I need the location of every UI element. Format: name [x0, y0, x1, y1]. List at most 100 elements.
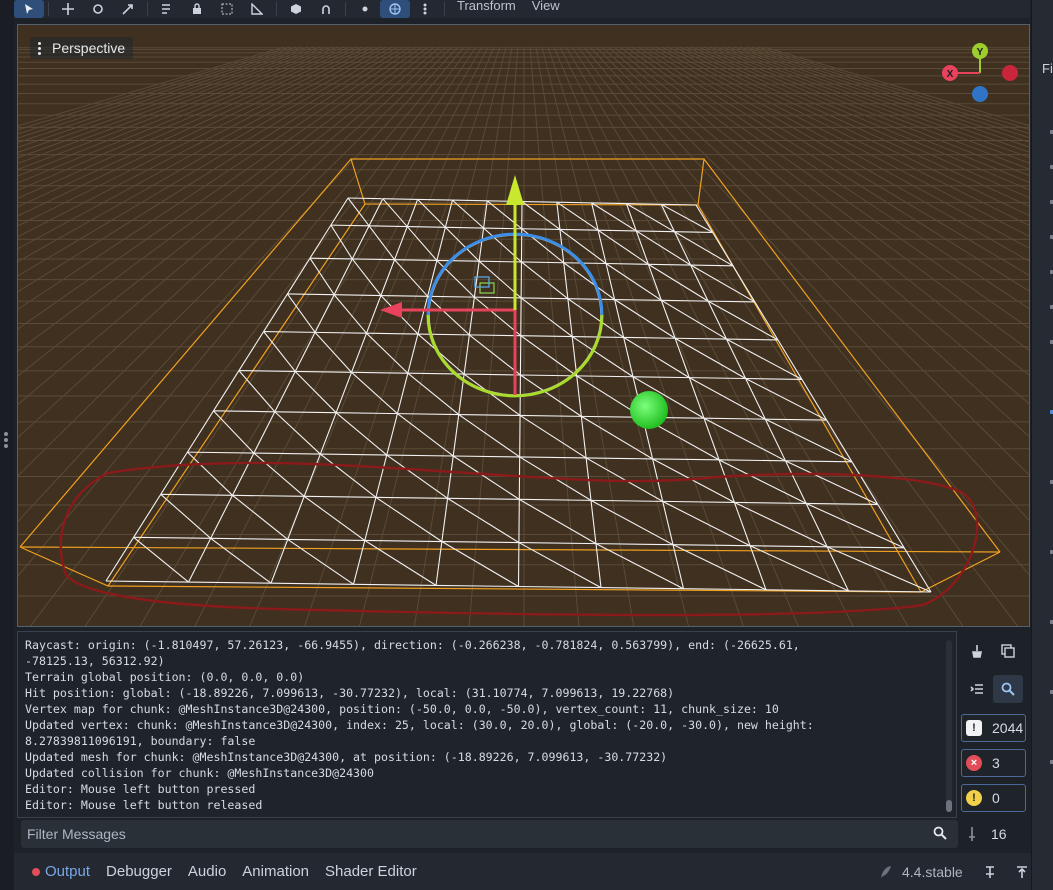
snap-icon [322, 5, 330, 14]
log-line: Raycast: origin: (-1.810497, 57.26123, -… [25, 638, 800, 652]
warnings-filter-toggle[interactable]: ! 0 [961, 784, 1026, 812]
feather-icon [881, 865, 891, 878]
more-options-button[interactable] [410, 0, 440, 18]
scale-tool-button[interactable] [113, 0, 143, 18]
drag-handle-dot[interactable] [4, 438, 8, 442]
version-label: 4.4.stable [902, 863, 963, 880]
lock-icon [193, 3, 201, 14]
tab-debugger[interactable]: Debugger [98, 863, 180, 880]
view-menu[interactable]: View [524, 0, 568, 13]
expand-panel-icon[interactable] [1015, 865, 1029, 879]
x-axis-label: X [947, 69, 954, 80]
search-icon [1001, 682, 1015, 696]
list-select-icon [162, 4, 170, 14]
viewport-toolbar: Transform View [14, 0, 1030, 18]
ruler-button[interactable] [242, 0, 272, 18]
broom-icon [972, 645, 982, 658]
warning-icon: ! [966, 790, 982, 806]
toolbar-divider [276, 2, 277, 16]
output-panel: Raycast: origin: (-1.810497, 57.26123, -… [17, 631, 957, 818]
messages-count: 2044 [992, 720, 1024, 736]
rotate-icon [93, 4, 103, 14]
unread-dot-icon [32, 867, 40, 876]
filter-messages-input[interactable] [21, 820, 921, 848]
output-scrollbar[interactable] [946, 640, 952, 812]
move-tool-button[interactable] [53, 0, 83, 18]
list-select-button[interactable] [152, 0, 182, 18]
sun-icon [362, 6, 368, 12]
tab-audio[interactable]: Audio [180, 863, 234, 880]
ruler-icon [251, 3, 263, 15]
editor-grid [18, 46, 1029, 626]
pin-panel-icon[interactable] [983, 865, 997, 879]
y-axis-label: Y [977, 47, 984, 58]
sun-toggle-button[interactable] [350, 0, 380, 18]
log-line: -78125.13, 56312.92) [25, 654, 165, 668]
move-icon [62, 3, 74, 15]
output-log[interactable]: Raycast: origin: (-1.810497, 57.26123, -… [18, 632, 956, 813]
editor-messages-toggle[interactable]: 16 [961, 822, 1026, 846]
log-line: Updated vertex: chunk: @MeshInstance3D@2… [25, 718, 814, 732]
rotate-tool-button[interactable] [83, 0, 113, 18]
snap-button[interactable] [311, 0, 341, 18]
clear-output-button[interactable] [962, 637, 992, 665]
cube-button[interactable] [281, 0, 311, 18]
selection-bounding-box [19, 158, 1001, 593]
list-indent-icon [970, 684, 983, 694]
scrollbar-thumb[interactable] [946, 800, 952, 812]
toolbar-divider [345, 2, 346, 16]
drag-handle-dot[interactable] [4, 444, 8, 448]
transform-menu[interactable]: Transform [449, 0, 524, 13]
kebab-menu-icon [34, 41, 44, 55]
toggle-search-button[interactable] [993, 675, 1023, 703]
log-line: Terrain global position: (0.0, 0.0, 0.0) [25, 670, 305, 684]
perspective-label: Perspective [52, 40, 126, 56]
search-icon[interactable] [933, 826, 947, 840]
move-gizmo [380, 175, 524, 395]
drag-handle-dot[interactable] [4, 432, 8, 436]
select-tool-button[interactable] [14, 0, 44, 18]
copy-output-button[interactable] [993, 637, 1023, 665]
more-icon [423, 3, 427, 15]
globe-icon [389, 3, 401, 15]
select-icon [25, 4, 33, 14]
message-icon: ! [966, 720, 982, 736]
tab-shader-editor[interactable]: Shader Editor [317, 863, 425, 880]
filter-messages-bar [21, 820, 958, 848]
toolbar-divider [147, 2, 148, 16]
log-line: Editor: Mouse left button released [25, 798, 263, 812]
environment-toggle-button[interactable] [380, 0, 410, 18]
collapse-duplicates-button[interactable] [962, 675, 992, 703]
error-icon: × [966, 755, 982, 771]
warnings-count: 0 [992, 790, 1000, 806]
bottom-panel-tabs: Output Debugger Audio Animation Shader E… [14, 853, 1031, 890]
tab-output-label: Output [45, 863, 91, 880]
dock-tab-label[interactable]: Fi [1042, 61, 1053, 76]
left-dock-strip [0, 0, 14, 890]
log-line: Updated collision for chunk: @MeshInstan… [25, 766, 375, 780]
line-count: 16 [991, 826, 1007, 842]
3d-viewport[interactable]: Y X Perspective [17, 24, 1030, 627]
tab-animation[interactable]: Animation [234, 863, 317, 880]
cube-icon [291, 4, 301, 14]
green-sphere [630, 391, 668, 429]
version-area: 4.4.stable [880, 853, 1029, 890]
lock-button[interactable] [182, 0, 212, 18]
errors-filter-toggle[interactable]: × 3 [961, 749, 1026, 777]
viewport-scene: Y X [18, 43, 1029, 626]
log-line: Vertex map for chunk: @MeshInstance3D@24… [25, 702, 779, 716]
log-line: Hit position: global: (-18.89226, 7.0996… [25, 686, 675, 700]
group-icon [221, 3, 233, 15]
errors-count: 3 [992, 755, 1000, 771]
tab-output[interactable]: Output [24, 863, 98, 880]
perspective-menu-button[interactable]: Perspective [30, 37, 134, 59]
pin-icon [969, 827, 975, 841]
messages-filter-toggle[interactable]: ! 2044 [961, 714, 1026, 742]
log-line: 8.27839811096191, boundary: false [25, 734, 256, 748]
log-line: Updated mesh for chunk: @MeshInstance3D@… [25, 750, 668, 764]
group-button[interactable] [212, 0, 242, 18]
scale-icon [122, 4, 133, 15]
editor-root: Transform View Y X Perspective Fi Raycas… [0, 0, 1053, 890]
copy-icon [1001, 644, 1015, 658]
toolbar-divider [444, 2, 445, 16]
